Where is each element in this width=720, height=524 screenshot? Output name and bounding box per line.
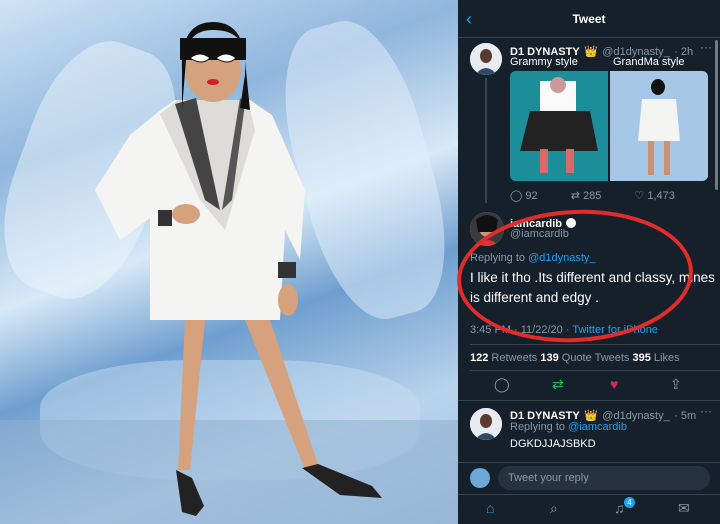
original-tweet[interactable]: D1 DYNASTY 👑 @d1dynasty_ · 2h ··· Grammy… [458,38,720,203]
tab-bar: ⌂ ⌕ ♫ 4 ✉ [458,496,720,524]
share-icon[interactable]: ⇪ [670,376,682,393]
avatar[interactable] [470,212,504,246]
quotes-label[interactable]: Quote Tweets [562,352,630,364]
like-icon[interactable]: ♡ [634,190,644,202]
messages-icon[interactable]: ✉ [678,500,690,517]
tweet-stats: 122 Retweets 139 Quote Tweets 395 Likes [470,352,680,364]
verified-badge-icon [566,218,577,228]
more-icon[interactable]: ··· [700,404,712,418]
notifications-badge: 4 [624,497,635,508]
more-icon[interactable]: ··· [700,40,712,54]
tweet-screen: ‹ Tweet D1 DYNASTY 👑 @d1dynasty_ · 2h ··… [458,0,720,524]
author-handle: @iamcardib [510,228,569,240]
avatar [470,468,490,488]
action-row: ◯ ⇄ ♥ ⇪ [458,376,720,398]
reply-icon[interactable]: ◯ [510,190,522,202]
reply-input-placeholder: Tweet your reply [508,472,589,484]
focused-tweet: iamcardib @iamcardib Replying to @d1dyna… [458,210,720,340]
replying-prefix: Replying to [470,252,529,264]
tweet-text: I like it tho .Its different and classy,… [470,270,715,305]
timestamp: · 5m [674,410,697,422]
like-icon[interactable]: ♥ [610,376,618,392]
retweet-icon[interactable]: ⇄ [571,190,580,202]
replying-to-link[interactable]: @iamcardib [568,421,627,433]
fashion-photo [0,0,458,524]
media-image-right[interactable] [610,71,708,181]
quotes-count[interactable]: 139 [540,352,558,364]
caption-left: Grammy style [510,56,578,68]
replying-prefix: Replying to [510,421,569,433]
retweets-label[interactable]: Retweets [491,352,537,364]
notifications-icon[interactable]: ♫ [614,500,625,516]
reply-composer: Tweet your reply [458,464,720,492]
likes-label[interactable]: Likes [654,352,680,364]
replying-to-link[interactable]: @d1dynasty_ [528,252,595,264]
like-count: 1,473 [647,190,675,202]
reply-input[interactable]: Tweet your reply [498,466,710,490]
reply-tweet[interactable]: D1 DYNASTY 👑 @d1dynasty_ · 5m ··· Replyi… [458,402,720,460]
retweets-count[interactable]: 122 [470,352,488,364]
timestamp: 3:45 PM · 11/22/20 [470,324,563,336]
home-icon[interactable]: ⌂ [486,500,494,516]
scrollbar[interactable] [715,40,718,190]
page-title: Tweet [572,12,606,26]
avatar[interactable] [470,43,502,75]
reply-count: 92 [525,190,538,202]
reply-text: DGKDJJAJSBKD [510,438,596,450]
source-link[interactable]: · Twitter for iPhone [566,324,658,336]
media-image-left[interactable] [510,71,608,181]
retweet-icon[interactable]: ⇄ [552,376,564,393]
search-icon[interactable]: ⌕ [550,500,558,517]
caption-right: GrandMa style [613,56,685,68]
top-bar: ‹ Tweet [458,0,720,38]
verified-crown-icon: 👑 [584,46,598,58]
likes-count[interactable]: 395 [633,352,651,364]
reply-icon[interactable]: ◯ [494,376,510,393]
avatar[interactable] [470,408,502,440]
retweet-count: 285 [582,190,602,202]
